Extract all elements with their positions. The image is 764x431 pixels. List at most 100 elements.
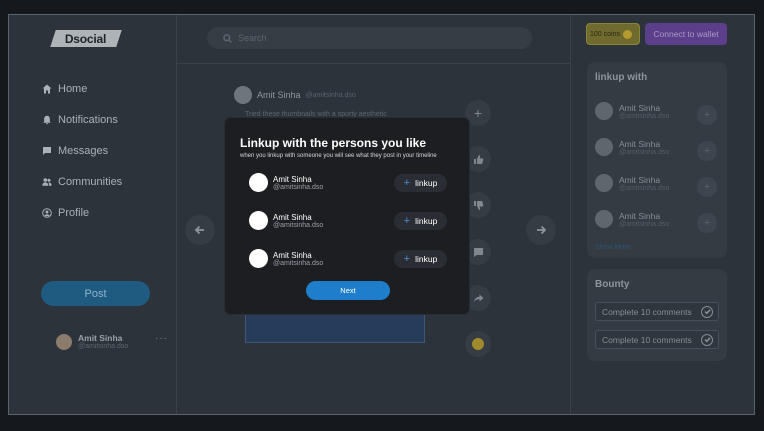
tip-button[interactable]: [465, 331, 491, 357]
linkup-button[interactable]: +: [697, 177, 717, 197]
user-name: Amit Sinha: [78, 333, 123, 343]
logo-text: Dsocial: [65, 31, 107, 46]
plus-icon: +: [403, 214, 411, 227]
bell-icon: [43, 115, 51, 125]
plus-icon: +: [703, 145, 711, 157]
thumbs-up-icon: [473, 154, 483, 164]
check-circle-icon: [701, 305, 713, 318]
bounty-card: Bounty Complete 10 comments Complete 10 …: [587, 269, 727, 361]
bounty-label: Complete 10 comments: [602, 334, 692, 345]
search-icon: [223, 33, 232, 43]
bounty-item[interactable]: Complete 10 comments: [595, 302, 719, 321]
plus-icon: +: [473, 105, 483, 121]
suggestion-item[interactable]: Amit Sinha @amitsinha.dso: [595, 138, 669, 156]
nav-label: Profile: [58, 207, 90, 219]
button-label: linkup: [415, 216, 438, 226]
user-handle: @amitsinha.dso: [78, 343, 129, 350]
linkup-suggestions: linkup with Amit Sinha @amitsinha.dso + A…: [587, 62, 727, 258]
linkup-button[interactable]: +: [697, 141, 717, 161]
user-handle: @amitsinha.dso: [273, 221, 324, 229]
linkup-modal: Linkup with the persons you like when yo…: [224, 117, 470, 315]
nav-item-home[interactable]: Home: [42, 83, 87, 95]
avatar: [249, 211, 268, 230]
avatar: [595, 210, 613, 228]
thumbs-down-icon: [473, 200, 483, 210]
author-name: Amit Sinha: [257, 90, 301, 100]
linkup-button[interactable]: +: [697, 213, 717, 233]
comment-icon: [473, 247, 483, 257]
coins-label: 100 coins: [590, 30, 620, 38]
avatar: [249, 173, 268, 192]
arrow-right-icon: [537, 225, 547, 235]
user-handle: @amitsinha.dso: [619, 184, 670, 192]
user-handle: @amitsinha.dso: [619, 148, 670, 156]
nav-item-notifications[interactable]: Notifications: [42, 114, 118, 126]
plus-icon: +: [703, 181, 711, 193]
card-title: Bounty: [595, 279, 630, 290]
post-image[interactable]: [245, 311, 425, 343]
nav-item-communities[interactable]: Communities: [42, 176, 122, 188]
user-handle: @amitsinha.dso: [619, 220, 670, 228]
search-bar[interactable]: [207, 27, 532, 49]
modal-subtitle: when you linkup with someone you will se…: [240, 153, 437, 159]
coin-icon: [622, 29, 632, 39]
more-icon[interactable]: ···: [155, 333, 168, 344]
card-title: linkup with: [595, 72, 648, 83]
bounty-item[interactable]: Complete 10 comments: [595, 330, 719, 349]
avatar: [234, 86, 252, 104]
users-icon: [42, 178, 52, 186]
logo[interactable]: Dsocial: [50, 30, 122, 47]
nav-item-messages[interactable]: Messages: [42, 145, 108, 157]
share-icon: [473, 294, 483, 303]
author-handle: @amitsinha.dso: [305, 91, 356, 99]
avatar: [249, 249, 268, 268]
arrow-left-icon: [194, 225, 204, 235]
plus-icon: +: [703, 217, 711, 229]
modal-user-row: Amit Sinha @amitsinha.dso: [249, 173, 323, 192]
plus-icon: +: [403, 176, 411, 189]
modal-user-row: Amit Sinha @amitsinha.dso: [249, 211, 323, 230]
button-label: linkup: [415, 254, 438, 264]
nav-item-profile[interactable]: Profile: [42, 207, 89, 219]
home-icon: [42, 84, 52, 94]
message-icon: [43, 147, 51, 155]
linkup-button[interactable]: + linkup: [394, 212, 447, 230]
nav-label: Communities: [58, 176, 123, 188]
connect-wallet-button[interactable]: Connect to wallet: [645, 23, 727, 45]
user-handle: @amitsinha.dso: [619, 112, 670, 120]
linkup-button[interactable]: +: [697, 105, 717, 125]
button-label: linkup: [415, 178, 438, 188]
nav-label: Home: [58, 83, 88, 95]
suggestion-item[interactable]: Amit Sinha @amitsinha.dso: [595, 174, 669, 192]
search-input[interactable]: [238, 33, 518, 43]
user-name: Amit Sinha: [273, 212, 312, 222]
user-name: Amit Sinha: [273, 250, 312, 260]
right-sidebar: 100 coins Connect to wallet linkup with …: [572, 15, 754, 414]
user-handle: @amitsinha.dso: [273, 259, 324, 267]
user-name: Amit Sinha: [619, 102, 661, 113]
suggestion-item[interactable]: Amit Sinha @amitsinha.dso: [595, 102, 669, 120]
linkup-button[interactable]: + linkup: [394, 174, 447, 192]
next-post-button[interactable]: [526, 215, 556, 245]
user-handle: @amitsinha.dso: [273, 183, 324, 191]
post-author[interactable]: Amit Sinha @amitsinha.dso: [234, 86, 356, 104]
previous-button[interactable]: [185, 215, 215, 245]
avatar: [595, 102, 613, 120]
linkup-button[interactable]: + linkup: [394, 250, 447, 268]
show-more-link[interactable]: Show More: [595, 244, 630, 251]
current-user[interactable]: Amit Sinha @amitsinha.dso: [56, 333, 128, 350]
divider: [177, 63, 570, 64]
user-name: Amit Sinha: [619, 174, 661, 185]
profile-icon: [42, 208, 52, 218]
coin-icon: [472, 338, 484, 350]
next-button[interactable]: Next: [306, 281, 390, 300]
post-button[interactable]: Post: [41, 281, 150, 306]
avatar: [595, 174, 613, 192]
nav-label: Messages: [58, 145, 109, 157]
modal-user-row: Amit Sinha @amitsinha.dso: [249, 249, 323, 268]
suggestion-item[interactable]: Amit Sinha @amitsinha.dso: [595, 210, 669, 228]
nav-label: Notifications: [58, 114, 118, 126]
avatar: [56, 333, 72, 350]
user-name: Amit Sinha: [619, 138, 661, 149]
coins-badge[interactable]: 100 coins: [586, 23, 640, 45]
